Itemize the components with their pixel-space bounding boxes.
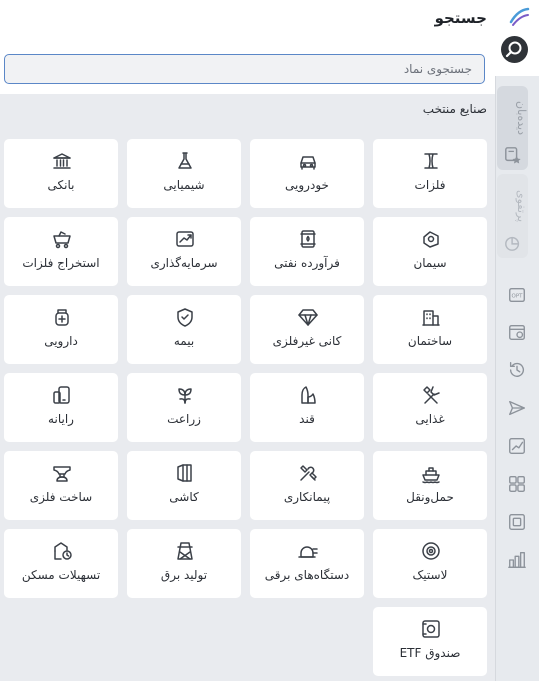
send-icon[interactable] — [507, 398, 527, 418]
industry-card[interactable]: قند — [250, 373, 364, 442]
industry-label: بانکی — [47, 178, 75, 192]
diamond-icon — [298, 309, 318, 326]
svg-text:OPT: OPT — [512, 294, 524, 300]
tab-watchlist-label: دیده‌بان — [515, 101, 528, 135]
industry-card[interactable]: ساختمان — [373, 295, 487, 364]
industry-label: زراعت — [167, 412, 201, 426]
car-icon — [300, 156, 316, 170]
industry-label: لاستیک — [412, 568, 448, 582]
history-icon[interactable] — [507, 360, 527, 380]
industry-label: ساختمان — [407, 334, 453, 348]
search-icon — [505, 41, 522, 58]
utensils-icon — [423, 386, 440, 404]
industry-label: ساخت فلزی — [29, 490, 93, 504]
industry-card[interactable]: شیمیایی — [127, 139, 241, 208]
bank-icon — [53, 153, 71, 169]
industry-card[interactable]: فلزات — [373, 139, 487, 208]
industry-card[interactable]: کاشی — [127, 451, 241, 520]
industry-label: کانی غیرفلزی — [272, 334, 342, 348]
industry-card[interactable]: سیمان — [373, 217, 487, 286]
tire-icon — [422, 542, 440, 560]
industry-label: صندوق ETF — [399, 646, 461, 660]
industry-label: حمل‌ونقل — [406, 490, 454, 504]
ibeam-icon — [424, 153, 438, 169]
industry-label: استخراج فلزات — [22, 256, 100, 270]
industry-label: سرمایه‌گذاری — [150, 256, 218, 270]
plant-icon — [178, 388, 192, 404]
shield-check-icon — [177, 308, 193, 327]
house-loan-icon — [54, 542, 72, 560]
industry-card[interactable]: استخراج فلزات — [4, 217, 118, 286]
industry-card[interactable]: خودرویی — [250, 139, 364, 208]
search-field[interactable] — [4, 54, 485, 84]
industry-card[interactable]: سرمایه‌گذاری — [127, 217, 241, 286]
bar-chart-icon[interactable] — [507, 550, 527, 570]
medicine-icon — [55, 309, 69, 326]
industry-card[interactable]: حمل‌ونقل — [373, 451, 487, 520]
industry-label: تولید برق — [160, 568, 208, 582]
power-tower-icon — [177, 542, 193, 560]
oil-barrel-icon — [300, 230, 316, 248]
industry-label: خودرویی — [285, 178, 329, 192]
cement-icon — [423, 231, 439, 248]
industry-card[interactable]: دارویی — [4, 295, 118, 364]
flask-icon — [178, 152, 192, 169]
apps-icon[interactable] — [507, 474, 527, 494]
industry-label: غذایی — [415, 412, 445, 426]
industry-card[interactable]: تسهیلات مسکن — [4, 529, 118, 598]
industry-label: کاشی — [169, 490, 199, 504]
panel-title: جستجو — [434, 9, 487, 27]
app-logo-icon — [509, 7, 530, 26]
search-button[interactable] — [501, 36, 528, 63]
industry-card[interactable]: ساخت فلزی — [4, 451, 118, 520]
tab-portfolio[interactable]: پرتفوی — [497, 174, 528, 258]
industry-card[interactable]: فرآورده نفتی — [250, 217, 364, 286]
opt-icon[interactable]: OPT — [507, 285, 527, 305]
chart-icon[interactable] — [507, 436, 527, 456]
tools-icon — [300, 465, 317, 481]
section-label: صنایع منتخب — [422, 102, 487, 116]
industry-label: فلزات — [414, 178, 446, 192]
industry-label: سیمان — [413, 256, 447, 270]
industry-card[interactable]: دستگاه‌های برقی — [250, 529, 364, 598]
watchlist-icon — [505, 147, 521, 164]
search-input[interactable] — [5, 55, 484, 83]
devices-icon — [53, 386, 70, 404]
industry-card[interactable]: پیمانکاری — [250, 451, 364, 520]
sugar-icon — [301, 386, 316, 404]
industry-label: رایانه — [48, 412, 74, 426]
industry-label: دستگاه‌های برقی — [264, 568, 350, 582]
industry-label: شیمیایی — [163, 178, 205, 192]
tiles-icon — [177, 464, 192, 482]
industry-label: تسهیلات مسکن — [21, 568, 101, 582]
industry-card[interactable]: رایانه — [4, 373, 118, 442]
plug-icon — [298, 546, 318, 558]
etf-safe-icon — [422, 620, 440, 638]
industry-card[interactable]: تولید برق — [127, 529, 241, 598]
tab-watchlist[interactable]: دیده‌بان — [497, 86, 528, 170]
industry-label: فرآورده نفتی — [274, 256, 340, 270]
industry-card[interactable]: صندوق ETF — [373, 607, 487, 676]
investment-chart-icon — [176, 231, 194, 247]
anvil-icon — [53, 466, 71, 482]
portfolio-icon — [505, 236, 520, 251]
industry-label: پیمانکاری — [283, 490, 331, 504]
industry-card[interactable]: بانکی — [4, 139, 118, 208]
box-icon[interactable] — [507, 512, 527, 532]
industry-card[interactable]: بیمه — [127, 295, 241, 364]
industry-label: بیمه — [173, 334, 195, 348]
industry-card[interactable]: کانی غیرفلزی — [250, 295, 364, 364]
industry-card[interactable]: غذایی — [373, 373, 487, 442]
industries-section: صنایع منتخب فلزات خودرویی شیمیایی بانکی سیما… — [0, 94, 495, 681]
industry-label: قند — [299, 412, 315, 426]
industry-card[interactable]: لاستیک — [373, 529, 487, 598]
search-panel: جستجو صنایع منتخب فلزات خودرویی شیمیایی بان… — [0, 0, 495, 681]
calendar-icon[interactable] — [507, 322, 527, 342]
mine-cart-icon — [53, 231, 71, 249]
industry-card[interactable]: زراعت — [127, 373, 241, 442]
building-icon — [422, 310, 440, 326]
tab-portfolio-label: پرتفوی — [515, 189, 528, 223]
ship-icon — [422, 467, 440, 484]
industry-label: دارویی — [44, 334, 78, 348]
